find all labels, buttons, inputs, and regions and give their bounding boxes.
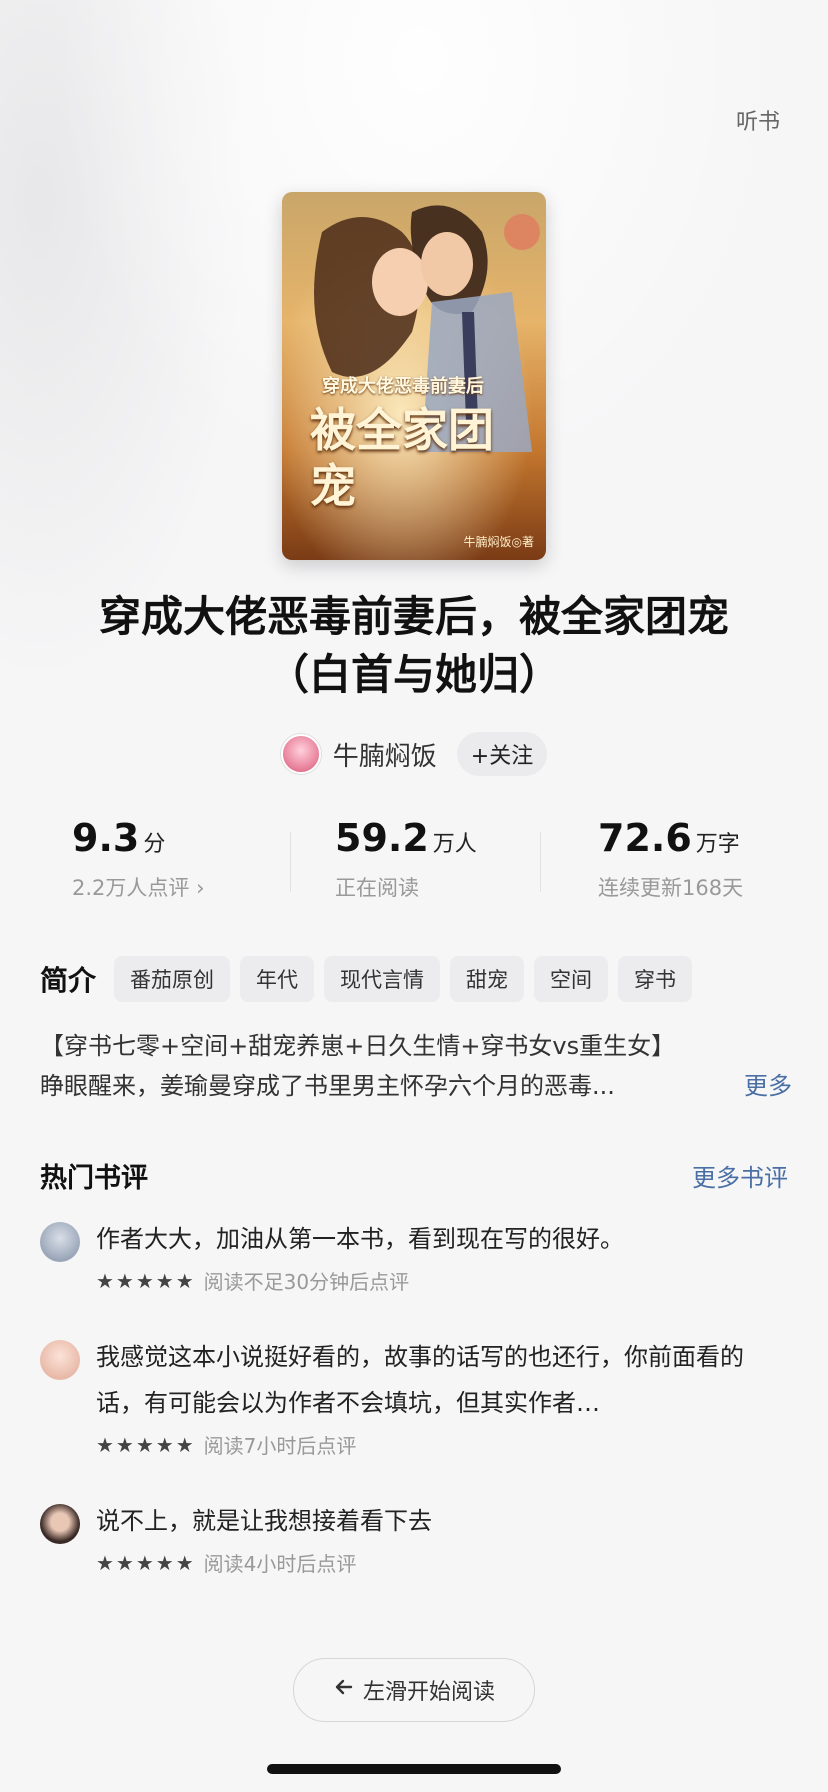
review-meta: 阅读7小时后点评 [203,1434,357,1458]
review-item[interactable]: 说不上，就是让我想接着看下去 ★★★★★ 阅读4小时后点评 [40,1498,788,1577]
book-cover[interactable]: 穿成大佬恶毒前妻后 被全家团宠 牛腩焖饭◎著 [282,192,546,560]
intro-more-link[interactable]: 更多 [744,1066,792,1106]
author-row: 牛腩焖饭 +关注 [0,732,828,776]
intro-line: 【穿书七零+空间+甜宠养崽+日久生情+穿书女vs重生女】 [40,1032,676,1060]
words-unit: 万字 [695,832,740,857]
arrow-left-icon [333,1676,355,1704]
reviews-heading: 热门书评 [40,1163,148,1194]
words-value: 72.6 [598,816,692,860]
star-rating: ★★★★★ [96,1268,196,1293]
rating-unit: 分 [143,832,166,857]
rating-count: 2.2万人点评 › [72,876,205,900]
update-streak: 连续更新168天 [598,876,744,900]
readers-stat: 59.2 万人 正在阅读 [335,816,477,902]
home-indicator[interactable] [267,1764,561,1774]
tag[interactable]: 甜宠 [450,956,525,1002]
start-reading-button[interactable]: 左滑开始阅读 [293,1658,535,1722]
tag[interactable]: 年代 [240,956,315,1002]
star-rating: ★★★★★ [96,1432,196,1457]
reviewer-avatar[interactable] [40,1504,80,1544]
follow-button[interactable]: +关注 [456,732,548,776]
words-stat: 72.6 万字 连续更新168天 [598,816,743,902]
rating-value: 9.3 [72,816,140,860]
cover-subtitle: 穿成大佬恶毒前妻后 [322,376,484,397]
divider [540,832,541,892]
author-avatar[interactable] [280,734,321,774]
start-reading-label: 左滑开始阅读 [362,1680,495,1705]
review-meta: 阅读4小时后点评 [203,1552,357,1576]
listen-button[interactable]: 听书 [736,104,780,136]
rating-stat[interactable]: 9.3 分 2.2万人点评 › [72,816,204,902]
tag[interactable]: 穿书 [618,956,693,1002]
reviewer-avatar[interactable] [40,1222,80,1262]
cover-title: 被全家团宠 [310,403,494,513]
author-name[interactable]: 牛腩焖饭 [333,736,437,773]
review-text: 我感觉这本小说挺好看的，故事的话写的也还行，你前面看的话，有可能会以为作者不会填… [96,1343,744,1417]
readers-unit: 万人 [432,832,477,857]
review-item[interactable]: 我感觉这本小说挺好看的，故事的话写的也还行，你前面看的话，有可能会以为作者不会填… [40,1334,788,1459]
more-reviews-link[interactable]: 更多书评 [692,1158,788,1193]
tag[interactable]: 现代言情 [324,956,441,1002]
star-rating: ★★★★★ [96,1550,196,1575]
intro-text[interactable]: 【穿书七零+空间+甜宠养崽+日久生情+穿书女vs重生女】 睁眼醒来，姜瑜曼穿成了… [40,1026,792,1106]
tag[interactable]: 番茄原创 [114,956,231,1002]
divider [290,832,291,892]
review-text: 说不上，就是让我想接着看下去 [96,1507,432,1535]
readers-label: 正在阅读 [335,876,419,900]
book-title: 穿成大佬恶毒前妻后，被全家团宠（白首与她归） [98,592,729,699]
readers-value: 59.2 [335,816,429,860]
tag[interactable]: 空间 [534,956,609,1002]
stats-row: 9.3 分 2.2万人点评 › 59.2 万人 正在阅读 72.6 万字 连续更新16… [0,816,828,916]
review-meta: 阅读不足30分钟后点评 [203,1270,410,1294]
reviews-header: 热门书评 更多书评 [40,1156,788,1195]
intro-line: 睁眼醒来，姜瑜曼穿成了书里男主怀孕六个月的恶毒... [40,1072,615,1100]
reviewer-avatar[interactable] [40,1340,80,1380]
review-item[interactable]: 作者大大，加油从第一本书，看到现在写的很好。 ★★★★★ 阅读不足30分钟后点评 [40,1216,788,1295]
review-text: 作者大大，加油从第一本书，看到现在写的很好。 [96,1225,624,1253]
intro-heading: 简介 [40,964,97,997]
intro-tags-row: 简介 番茄原创 年代 现代言情 甜宠 空间 穿书 [40,956,800,1002]
cover-author: 牛腩焖饭◎著 [463,535,534,549]
